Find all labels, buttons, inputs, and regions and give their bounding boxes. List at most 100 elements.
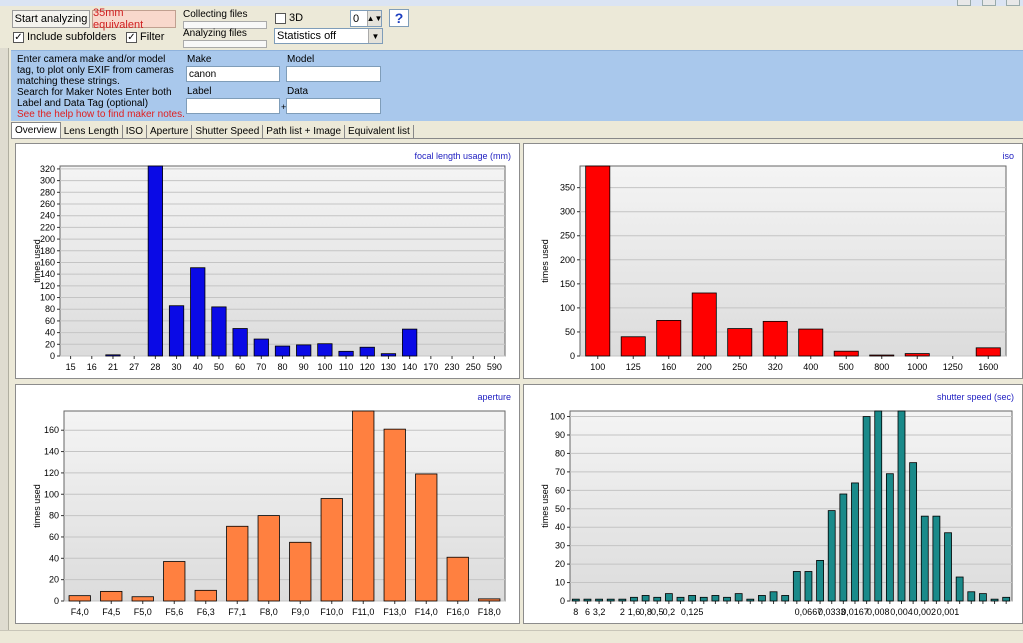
filter-panel: Enter camera make and/or model tag, to p… bbox=[11, 50, 1023, 121]
model-input[interactable] bbox=[286, 66, 381, 82]
bar bbox=[402, 328, 418, 357]
bar bbox=[352, 410, 375, 602]
iso-panel: 0 50 100 150 200 250 300 350 iso times used 100 125… bbox=[523, 143, 1023, 379]
x-tick-label: 28 bbox=[150, 362, 160, 372]
bar bbox=[804, 571, 813, 602]
bar bbox=[320, 498, 343, 602]
value-spinner[interactable]: 0 ▲▼ bbox=[350, 10, 382, 27]
x-tick-label: 0,002 bbox=[913, 607, 936, 617]
bar bbox=[415, 473, 438, 602]
make-input[interactable] bbox=[186, 66, 280, 82]
tab-path-list-image[interactable]: Path list + Image bbox=[263, 125, 346, 138]
y-tick-label: 90 bbox=[555, 430, 565, 440]
x-tick-label: 8 bbox=[573, 607, 578, 617]
bar bbox=[691, 292, 717, 357]
chart-title: shutter speed (sec) bbox=[937, 392, 1014, 402]
y-tick-label: 250 bbox=[560, 231, 575, 241]
bar bbox=[253, 338, 269, 357]
statistics-select[interactable]: Statistics off ▼ bbox=[274, 28, 383, 44]
tab-aperture[interactable]: Aperture bbox=[147, 125, 193, 138]
equivalent-35mm-button[interactable]: 35mm equivalent bbox=[92, 7, 176, 31]
bar bbox=[885, 473, 894, 602]
bar bbox=[359, 346, 375, 357]
y-axis-label: times used bbox=[32, 484, 42, 528]
bar bbox=[792, 571, 801, 602]
y-tick-label: 180 bbox=[40, 246, 55, 256]
x-tick-label: 100 bbox=[590, 362, 605, 372]
toolbar: Start analyzing 35mm equivalent ✓ Includ… bbox=[0, 6, 1023, 48]
focal-length-panel: 0 20 40 60 80 100 120 140 160 180 200 220 240 260 280 3… bbox=[15, 143, 520, 379]
analyzing-files-label: Analyzing files bbox=[183, 28, 247, 39]
y-tick-label: 320 bbox=[40, 164, 55, 174]
bar bbox=[380, 353, 397, 357]
model-label: Model bbox=[287, 54, 315, 65]
x-tick-label: F14,0 bbox=[415, 607, 438, 617]
bar bbox=[816, 560, 824, 602]
start-analyzing-button[interactable]: Start analyzing bbox=[12, 10, 90, 28]
threed-checkbox[interactable]: 3D bbox=[275, 12, 303, 24]
bar bbox=[699, 596, 708, 602]
data-input[interactable] bbox=[286, 98, 381, 114]
bar bbox=[257, 515, 280, 602]
x-tick-label: 200 bbox=[697, 362, 712, 372]
bar bbox=[606, 598, 615, 602]
bar bbox=[274, 345, 291, 357]
bar bbox=[874, 410, 883, 602]
y-tick-label: 140 bbox=[40, 269, 55, 279]
left-splitter[interactable] bbox=[0, 48, 9, 642]
y-tick-label: 260 bbox=[40, 199, 55, 209]
include-subfolders-label: Include subfolders bbox=[27, 31, 117, 43]
label-input[interactable] bbox=[186, 98, 280, 114]
bar bbox=[618, 598, 627, 602]
y-tick-label: 120 bbox=[40, 281, 55, 291]
y-tick-label: 160 bbox=[40, 257, 55, 267]
x-tick-label: 1,6 bbox=[628, 607, 641, 617]
include-subfolders-check-icon: ✓ bbox=[13, 31, 24, 43]
maker-notes-help-link[interactable]: See the help how to find maker notes. bbox=[17, 109, 185, 120]
bar bbox=[194, 589, 217, 602]
y-tick-label: 160 bbox=[44, 425, 59, 435]
makernote-instructions: Search for Maker Notes Enter both Label … bbox=[17, 87, 172, 109]
bar bbox=[734, 593, 743, 602]
label-label: Label bbox=[187, 86, 212, 97]
x-tick-label: 60 bbox=[235, 362, 245, 372]
x-tick-label: F16,0 bbox=[446, 607, 469, 617]
tab-lens-length[interactable]: Lens Length bbox=[61, 125, 123, 138]
tab-equivalent-list[interactable]: Equivalent list bbox=[345, 125, 414, 138]
x-tick-label: 50 bbox=[214, 362, 224, 372]
shutter-speed-panel: 0 10 20 30 40 50 60 70 80 90 100 shutter speed (sec… bbox=[523, 384, 1023, 624]
include-subfolders-checkbox[interactable]: ✓ Include subfolders bbox=[13, 31, 116, 43]
spinner-value: 0 bbox=[353, 12, 360, 25]
bar bbox=[758, 595, 766, 602]
x-tick-label: 170 bbox=[423, 362, 438, 372]
tab-shutter-speed[interactable]: Shutter Speed bbox=[192, 125, 264, 138]
threed-check-icon bbox=[275, 12, 286, 24]
bar bbox=[688, 595, 697, 602]
help-button[interactable]: ? bbox=[389, 9, 409, 27]
x-tick-label: 40 bbox=[193, 362, 203, 372]
bar bbox=[583, 598, 592, 602]
y-tick-label: 0 bbox=[50, 351, 55, 361]
bar bbox=[653, 596, 662, 602]
x-tick-label: F4,5 bbox=[102, 607, 120, 617]
bar bbox=[595, 598, 603, 602]
filter-checkbox[interactable]: ✓ Filter bbox=[126, 31, 164, 43]
x-tick-label: 320 bbox=[768, 362, 783, 372]
chevron-down-icon[interactable]: ▼ bbox=[368, 29, 382, 43]
y-tick-label: 40 bbox=[49, 553, 59, 563]
spinner-arrows-icon[interactable]: ▲▼ bbox=[367, 11, 382, 26]
bar bbox=[839, 493, 848, 602]
bar bbox=[226, 525, 249, 602]
y-tick-label: 100 bbox=[550, 412, 565, 422]
tab-iso[interactable]: ISO bbox=[123, 125, 147, 138]
y-tick-label: 100 bbox=[44, 489, 59, 499]
x-tick-label: F8,0 bbox=[260, 607, 278, 617]
statistics-value: Statistics off bbox=[277, 30, 337, 42]
x-tick-label: 0,001 bbox=[937, 607, 960, 617]
tab-overview[interactable]: Overview bbox=[11, 122, 61, 138]
x-tick-label: 1600 bbox=[978, 362, 998, 372]
plot-area bbox=[59, 165, 506, 357]
x-tick-label: 27 bbox=[129, 362, 139, 372]
y-tick-label: 100 bbox=[40, 293, 55, 303]
bar bbox=[990, 598, 999, 602]
